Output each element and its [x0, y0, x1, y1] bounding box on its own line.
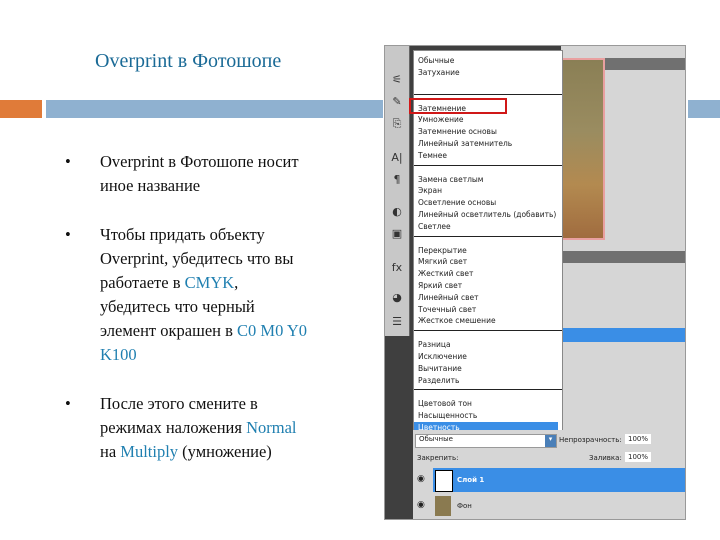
- menu-item[interactable]: Экран: [418, 185, 558, 196]
- mask-icon[interactable]: ▣: [390, 228, 404, 240]
- swatches-icon[interactable]: ◕: [390, 292, 404, 304]
- menu-item[interactable]: Осветление основы: [418, 197, 558, 208]
- menu-item[interactable]: Жесткое смешение: [418, 315, 558, 326]
- layers-panel: Обычные ▾ Непрозрачность: 100% Закрепить:…: [413, 430, 685, 519]
- menu-item[interactable]: Линейный затемнитель: [418, 138, 558, 149]
- eye-icon[interactable]: ◉: [417, 474, 425, 484]
- menu-item[interactable]: Затухание: [418, 67, 558, 78]
- menu-item[interactable]: Жесткий свет: [418, 268, 558, 279]
- bullet-1: • Overprint в Фотошопе носит иное названи…: [65, 152, 299, 195]
- menu-item[interactable]: Точечный свет: [418, 304, 558, 315]
- menu-separator: [414, 330, 562, 332]
- paragraph-icon[interactable]: ¶: [390, 174, 404, 186]
- layers-icon[interactable]: ☰: [390, 316, 404, 328]
- menu-item[interactable]: Насыщенность: [418, 410, 558, 421]
- menu-item[interactable]: Умножение: [418, 114, 558, 125]
- menu-item[interactable]: Линейный свет: [418, 292, 558, 303]
- menu-separator: [414, 235, 562, 237]
- image-thumbnail: [561, 58, 605, 240]
- styles-icon[interactable]: fx: [390, 262, 404, 274]
- menu-item[interactable]: Линейный осветлитель (добавить): [418, 209, 558, 220]
- opacity-input[interactable]: 100%: [625, 434, 652, 444]
- highlight-box: [409, 98, 507, 114]
- panel-header: [561, 251, 685, 263]
- menu-item[interactable]: Затемнение основы: [418, 126, 558, 137]
- menu-separator: [414, 389, 562, 391]
- slide-title: Overprint в Фотошопе: [95, 50, 282, 72]
- menu-item[interactable]: Разделить: [418, 375, 558, 386]
- menu-separator: [414, 93, 562, 95]
- menu-item[interactable]: Светлее: [418, 221, 558, 232]
- menu-item[interactable]: Замена светлым: [418, 174, 558, 185]
- layer-row-background[interactable]: Фон: [433, 494, 685, 518]
- menu-item[interactable]: Темнее: [418, 150, 558, 161]
- menu-separator: [414, 164, 562, 166]
- blend-mode-select[interactable]: Обычные ▾: [415, 434, 557, 448]
- selected-row[interactable]: [561, 328, 685, 342]
- bullet-2: • Чтобы придать объекту Overprint, убедит…: [65, 225, 307, 364]
- menu-item[interactable]: Перекрытие: [418, 245, 558, 256]
- menu-item[interactable]: Исключение: [418, 351, 558, 362]
- eye-icon[interactable]: ◉: [417, 500, 425, 510]
- accent-bar-orange: [0, 100, 42, 118]
- adjustments-icon[interactable]: ◐: [390, 206, 404, 218]
- brush-icon[interactable]: ✎: [390, 96, 404, 108]
- menu-item[interactable]: Цветовой тон: [418, 398, 558, 409]
- fill-input[interactable]: 100%: [625, 452, 652, 462]
- clone-source-icon[interactable]: ⎘: [390, 118, 404, 130]
- menu-item[interactable]: Обычные: [418, 55, 558, 66]
- layer-row-layer1[interactable]: Слой 1: [433, 468, 685, 492]
- accent-bar-blue-right: [688, 100, 720, 118]
- menu-item[interactable]: Яркий свет: [418, 280, 558, 291]
- brush-preset-icon[interactable]: ⚟: [390, 74, 404, 86]
- menu-item[interactable]: Мягкий свет: [418, 256, 558, 267]
- tool-panel: ⚟ ✎ ⎘ A| ¶ ◐ ▣ fx ◕ ☰: [385, 46, 410, 336]
- chevron-down-icon[interactable]: ▾: [545, 435, 556, 447]
- menu-item[interactable]: Разница: [418, 339, 558, 350]
- photoshop-screenshot: ⚟ ✎ ⎘ A| ¶ ◐ ▣ fx ◕ ☰ Обычные Затухание За…: [384, 45, 686, 520]
- accent-bar-blue: [46, 100, 383, 118]
- character-icon[interactable]: A|: [390, 152, 404, 164]
- bullet-3: • После этого смените в режимах наложения…: [65, 394, 297, 461]
- menu-item[interactable]: Вычитание: [418, 363, 558, 374]
